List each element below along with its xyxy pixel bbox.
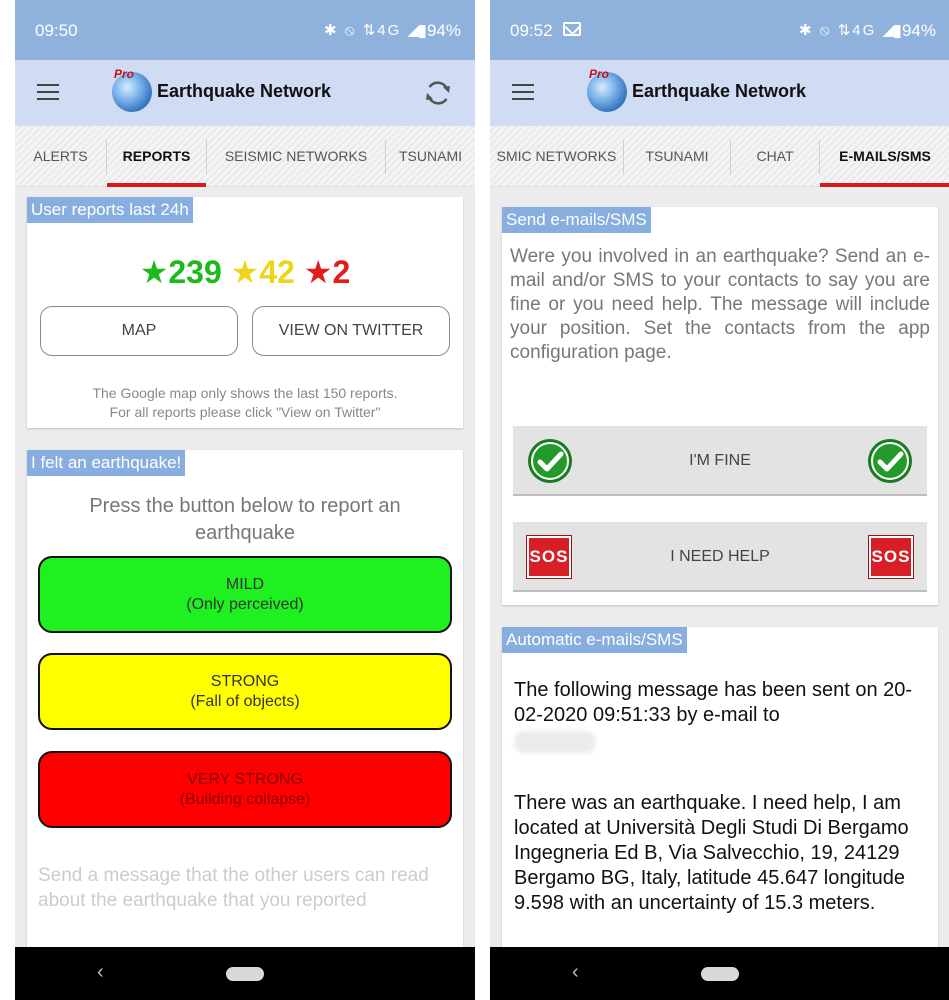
redacted-recipient	[514, 731, 596, 753]
tab-chat[interactable]: CHAT	[731, 126, 819, 187]
content-area[interactable]: User reports last 24h ★239 ★42 ★2 MAP VI…	[15, 187, 475, 947]
status-bar: 09:50 ✱ ⦸ ⇅4G ◢ ▮94%	[15, 0, 475, 60]
im-fine-button[interactable]: I'M FINE	[513, 426, 927, 496]
status-icons: ✱ ⦸ ⇅4G ◢	[324, 22, 421, 39]
nav-bar: ‹	[15, 947, 475, 1000]
tab-reports[interactable]: REPORTS	[107, 126, 206, 187]
sent-message-body: There was an earthquake. I need help, I …	[514, 792, 909, 914]
map-note-line: The Google map only shows the last 150 r…	[92, 385, 398, 401]
sent-message-info: The following message has been sent on 2…	[514, 679, 913, 726]
message-prompt: Send a message that the other users can …	[38, 865, 429, 911]
battery-level: ▮94%	[417, 21, 461, 40]
app-title: Earthquake Network	[632, 81, 807, 101]
card-title: Send e-mails/SMS	[502, 207, 651, 233]
logo-icon: Pro	[112, 67, 152, 112]
menu-icon[interactable]	[512, 83, 534, 101]
card-title: User reports last 24h	[27, 197, 193, 223]
tab-bar: SMIC NETWORKS TSUNAMI CHAT E-MAILS/SMS	[490, 126, 949, 187]
very-strong-button[interactable]: VERY STRONG (Building collapse)	[38, 751, 452, 828]
strong-button[interactable]: STRONG (Fall of objects)	[38, 653, 452, 730]
button-subtitle: (Only perceived)	[186, 596, 304, 613]
tab-label: ALERTS	[33, 148, 88, 164]
battery-level: ▮94%	[892, 21, 936, 40]
tab-label: SEISMIC NETWORKS	[224, 148, 368, 164]
tab-tsunami[interactable]: TSUNAMI	[386, 126, 475, 187]
mild-button[interactable]: MILD (Only perceived)	[38, 556, 452, 633]
app-bar: Pro Earthquake Network	[15, 60, 475, 126]
map-note: The Google map only shows the last 150 r…	[27, 384, 463, 422]
automatic-emails-card: Automatic e-mails/SMS The following mess…	[502, 627, 938, 947]
nav-bar: ‹	[490, 947, 949, 1000]
tab-label: E-MAILS/SMS	[839, 148, 931, 164]
mail-icon	[563, 22, 581, 36]
tab-seismic-networks[interactable]: SMIC NETWORKS	[490, 126, 623, 187]
map-button[interactable]: MAP	[40, 306, 238, 356]
tab-label: CHAT	[756, 148, 794, 164]
home-pill[interactable]	[701, 967, 739, 981]
tab-label: TSUNAMI	[399, 148, 462, 164]
phone-left: 09:50 ✱ ⦸ ⇅4G ◢ ▮94% Pro Earthquake Netw…	[15, 0, 475, 1000]
yellow-count: 42	[259, 254, 295, 290]
status-bar: 09:52 ✱ ⦸ ⇅4G ◢ ▮94%	[490, 0, 949, 60]
status-time: 09:50	[35, 21, 78, 40]
user-reports-card: User reports last 24h ★239 ★42 ★2 MAP VI…	[27, 197, 463, 428]
send-emails-card: Send e-mails/SMS Were you involved in an…	[502, 207, 938, 605]
send-description: Were you involved in an earthquake? Send…	[510, 246, 930, 363]
view-on-twitter-button[interactable]: VIEW ON TWITTER	[252, 306, 450, 356]
phone-right: 09:52 ✱ ⦸ ⇅4G ◢ ▮94% Pro Earthquake Netw…	[490, 0, 949, 1000]
green-star-icon: ★	[139, 254, 169, 290]
status-icons: ✱ ⦸ ⇅4G ◢	[799, 22, 896, 39]
red-star-icon: ★	[303, 254, 333, 290]
check-icon	[868, 439, 912, 483]
back-icon[interactable]: ‹	[572, 961, 579, 984]
tab-label: REPORTS	[122, 148, 191, 164]
status-time: 09:52	[510, 21, 553, 40]
button-title: STRONG	[210, 673, 280, 690]
star-counts: ★239 ★42 ★2	[27, 253, 463, 291]
home-pill[interactable]	[226, 967, 264, 981]
need-help-label: I NEED HELP	[670, 548, 770, 565]
content-area[interactable]: Send e-mails/SMS Were you involved in an…	[490, 187, 949, 947]
button-subtitle: (Fall of objects)	[190, 693, 300, 710]
tab-label: TSUNAMI	[645, 148, 709, 164]
refresh-icon[interactable]	[423, 78, 453, 108]
logo-pro-badge: Pro	[589, 67, 610, 81]
map-note-line: For all reports please click "View on Tw…	[109, 404, 381, 420]
back-icon[interactable]: ‹	[97, 961, 104, 984]
card-title: I felt an earthquake!	[27, 450, 186, 476]
button-title: VERY STRONG	[187, 771, 303, 788]
menu-icon[interactable]	[37, 83, 59, 101]
app-bar: Pro Earthquake Network	[490, 60, 949, 126]
tab-emails-sms[interactable]: E-MAILS/SMS	[820, 126, 949, 187]
report-instruction: Press the button below to report an eart…	[89, 495, 401, 544]
red-count: 2	[332, 254, 351, 290]
green-count: 239	[168, 254, 222, 290]
tab-bar: ALERTS REPORTS SEISMIC NETWORKS TSUNAMI	[15, 126, 475, 187]
tab-tsunami[interactable]: TSUNAMI	[624, 126, 730, 187]
sos-icon: SOS	[868, 535, 914, 579]
button-title: MILD	[225, 576, 265, 593]
yellow-star-icon: ★	[230, 254, 260, 290]
need-help-button[interactable]: SOS I NEED HELP SOS	[513, 522, 927, 592]
button-subtitle: (Building collapse)	[179, 791, 311, 808]
logo-icon: Pro	[587, 67, 627, 112]
app-title: Earthquake Network	[157, 81, 332, 101]
tab-label: SMIC NETWORKS	[496, 148, 617, 164]
logo-pro-badge: Pro	[114, 67, 135, 81]
card-title: Automatic e-mails/SMS	[502, 627, 687, 653]
tab-seismic-networks[interactable]: SEISMIC NETWORKS	[207, 126, 385, 187]
tab-alerts[interactable]: ALERTS	[15, 126, 106, 187]
felt-earthquake-card: I felt an earthquake! Press the button b…	[27, 450, 463, 947]
im-fine-label: I'M FINE	[689, 452, 751, 469]
